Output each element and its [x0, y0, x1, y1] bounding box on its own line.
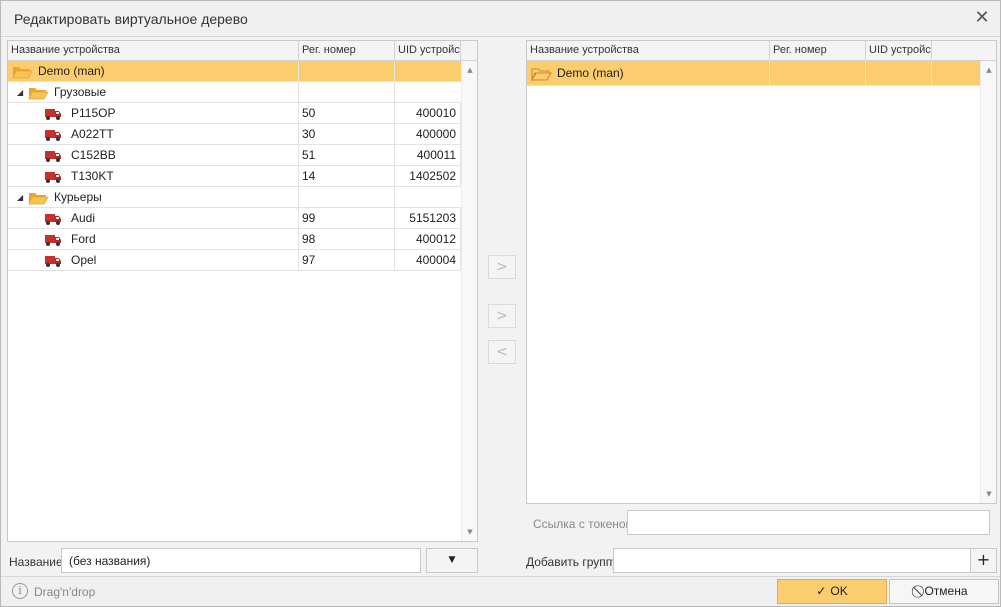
device-uid: 400000	[395, 124, 461, 145]
tree-row-root[interactable]: Demo (man)	[527, 61, 980, 86]
device-reg: 99	[299, 208, 395, 229]
chevron-down-icon: ▼	[448, 555, 456, 565]
device-uid: 1402502	[395, 166, 461, 187]
scroll-up-icon[interactable]: ▲	[462, 63, 477, 77]
drag-drop-hint: Drag'n'drop	[34, 585, 96, 599]
add-selected-button[interactable]: >	[488, 304, 516, 328]
add-group-button[interactable]: +	[970, 548, 997, 573]
device-reg: 98	[299, 229, 395, 250]
device-uid: 400010	[395, 103, 461, 124]
tree-row-device[interactable]: A022TT 30 400000	[8, 124, 461, 145]
name-input[interactable]	[61, 548, 421, 573]
device-uid: 400012	[395, 229, 461, 250]
column-header-uid[interactable]: UID устройства	[866, 41, 932, 61]
device-reg: 50	[299, 103, 395, 124]
add-all-button[interactable]: >	[488, 255, 516, 279]
edit-virtual-tree-dialog: Редактировать виртуальное дерево ✕ Назва…	[0, 0, 1001, 607]
virtual-tree: Название устройства Рег. номер UID устро…	[526, 40, 997, 504]
cancel-label: Отмена	[924, 584, 968, 598]
tree-row-group[interactable]: ◢ Грузовые	[8, 82, 461, 103]
device-reg: 14	[299, 166, 395, 187]
source-grid-header: Название устройства Рег. номер UID устро…	[8, 41, 477, 61]
device-uid: 5151203	[395, 208, 461, 229]
tree-row-device[interactable]: C152BB 51 400011	[8, 145, 461, 166]
column-header-reg-number[interactable]: Рег. номер	[299, 41, 395, 61]
column-header-device-name[interactable]: Название устройства	[527, 41, 770, 61]
name-dropdown-button[interactable]: ▼	[426, 548, 478, 573]
name-label: Название	[9, 555, 63, 569]
token-link-label: Ссылка с токеном	[533, 517, 634, 531]
column-header-reg-number[interactable]: Рег. номер	[770, 41, 866, 61]
source-device-tree: Название устройства Рег. номер UID устро…	[7, 40, 478, 542]
info-icon: i	[12, 583, 28, 599]
token-link-input[interactable]	[627, 510, 990, 535]
column-header-uid[interactable]: UID устройства	[395, 41, 461, 61]
tree-row-root[interactable]: Demo (man)	[8, 61, 461, 82]
ok-button[interactable]: ✓ OK	[777, 579, 887, 604]
device-uid: 400011	[395, 145, 461, 166]
device-reg: 51	[299, 145, 395, 166]
ok-label: OK	[830, 584, 848, 598]
target-grid-header: Название устройства Рег. номер UID устро…	[527, 41, 996, 61]
cancel-button[interactable]: ⃠Отмена	[889, 579, 999, 604]
scroll-up-icon[interactable]: ▲	[981, 63, 996, 77]
device-reg: 30	[299, 124, 395, 145]
scroll-down-icon[interactable]: ▼	[981, 487, 996, 501]
device-uid: 400004	[395, 250, 461, 271]
close-icon[interactable]: ✕	[972, 8, 992, 28]
device-reg: 97	[299, 250, 395, 271]
remove-selected-button[interactable]: <	[488, 340, 516, 364]
add-group-input[interactable]	[613, 548, 971, 573]
dialog-footer: i Drag'n'drop ✓OK ⃠Отмена	[1, 576, 1000, 606]
tree-row-group[interactable]: ◢ Курьеры	[8, 187, 461, 208]
tree-row-device[interactable]: Opel 97 400004	[8, 250, 461, 271]
target-scrollbar[interactable]: ▲ ▼	[980, 61, 996, 503]
source-scrollbar[interactable]: ▲ ▼	[461, 61, 477, 541]
dialog-title: Редактировать виртуальное дерево	[14, 11, 248, 27]
tree-row-device[interactable]: T130KT 14 1402502	[8, 166, 461, 187]
column-header-device-name[interactable]: Название устройства	[8, 41, 299, 61]
tree-row-device[interactable]: P115OP 50 400010	[8, 103, 461, 124]
tree-row-device[interactable]: Ford 98 400012	[8, 229, 461, 250]
dialog-titlebar: Редактировать виртуальное дерево ✕	[1, 1, 1000, 37]
add-group-label: Добавить группу	[526, 555, 619, 569]
tree-row-device[interactable]: Audi 99 5151203	[8, 208, 461, 229]
scroll-down-icon[interactable]: ▼	[462, 525, 477, 539]
checkmark-icon: ✓	[816, 584, 827, 598]
